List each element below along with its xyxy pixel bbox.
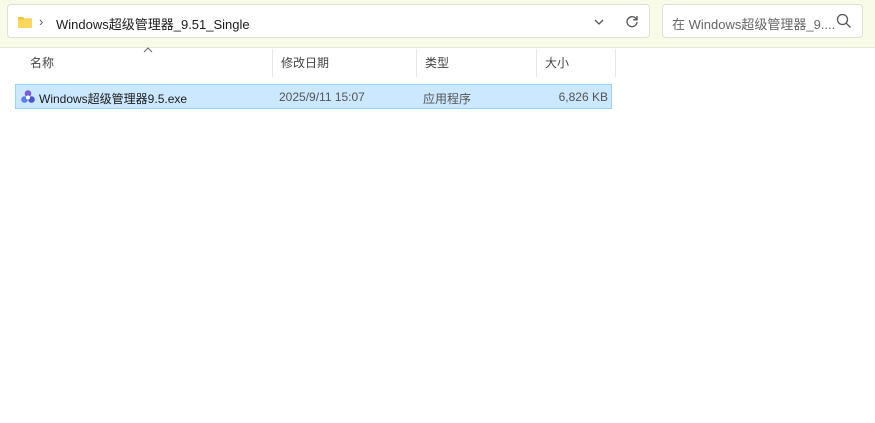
search-input[interactable]: 在 Windows超级管理器_9.... [672,14,835,33]
address-bar[interactable]: › Windows超级管理器_9.51_Single [7,4,650,38]
column-header-date[interactable]: 修改日期 [272,49,416,77]
title-toolbar: › Windows超级管理器_9.51_Single 在 Windows超级管理… [0,0,875,48]
file-size: 6,826 KB [558,90,608,104]
column-headers: 名称 修改日期 类型 大小 [0,49,875,77]
folder-icon [17,15,33,32]
file-date: 2025/9/11 15:07 [279,90,365,104]
chevron-down-icon[interactable] [593,16,605,30]
search-box[interactable]: 在 Windows超级管理器_9.... [662,4,863,38]
file-name: Windows超级管理器9.5.exe [39,92,188,106]
breadcrumb-path[interactable]: Windows超级管理器_9.51_Single [56,14,250,33]
search-icon[interactable] [836,13,852,32]
column-header-name[interactable]: 名称 [22,49,272,77]
app-icon [20,89,36,108]
breadcrumb-separator: › [39,14,44,29]
refresh-icon[interactable] [625,14,639,31]
file-type: 应用程序 [423,92,472,106]
column-header-type[interactable]: 类型 [416,49,536,77]
file-row[interactable]: Windows超级管理器9.5.exe 2025/9/11 15:07 应用程序… [15,84,612,109]
column-header-size[interactable]: 大小 [536,49,616,77]
